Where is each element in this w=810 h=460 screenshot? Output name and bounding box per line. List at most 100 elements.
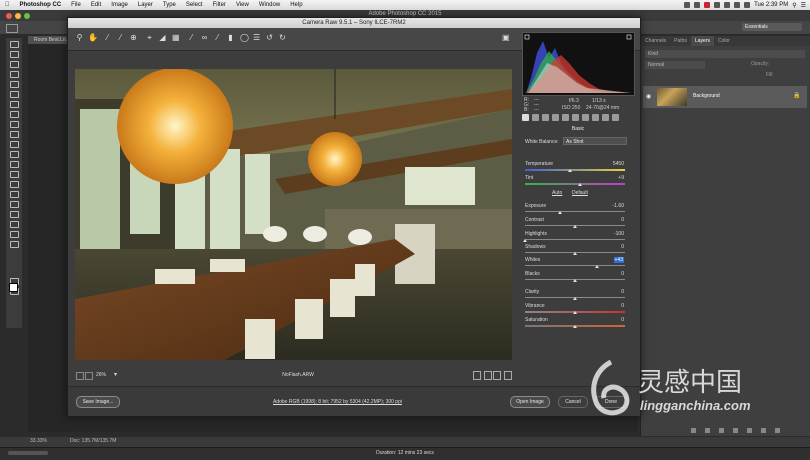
highlights-value[interactable]: -100 — [614, 231, 624, 237]
layer-filter-kind[interactable]: Kind — [645, 50, 805, 58]
eraser-tool-icon[interactable] — [9, 141, 19, 148]
contrast-value[interactable]: 0 — [621, 217, 624, 223]
menu-filter[interactable]: Filter — [208, 2, 231, 8]
layer-row[interactable]: ◉ Background 🔒 — [643, 86, 807, 108]
menu-edit[interactable]: Edit — [86, 2, 106, 8]
tint-value[interactable]: +9 — [618, 175, 624, 181]
vibrance-slider-thumb[interactable] — [573, 311, 577, 314]
highlights-slider-track[interactable] — [525, 239, 625, 240]
wifi-icon[interactable] — [724, 2, 731, 8]
tint-slider-track[interactable] — [525, 183, 625, 185]
adobe-cc-icon[interactable] — [704, 2, 711, 8]
menu-file[interactable]: File — [66, 2, 86, 8]
split-toning-icon[interactable] — [562, 114, 569, 121]
menu-image[interactable]: Image — [106, 2, 133, 8]
clarity-value[interactable]: 0 — [621, 289, 624, 295]
history-brush-icon[interactable] — [9, 131, 19, 138]
save-image-button[interactable]: Save Image... — [76, 396, 120, 408]
layer-name[interactable]: Background — [693, 93, 720, 99]
radial-filter-icon[interactable]: ◯ — [240, 34, 249, 42]
tray-icon[interactable] — [684, 2, 691, 8]
shadows-value[interactable]: 0 — [621, 244, 624, 250]
temperature-slider-thumb[interactable] — [568, 169, 572, 172]
hand-tool-icon[interactable] — [9, 221, 19, 228]
presets-icon[interactable] — [602, 114, 609, 121]
exposure-value[interactable]: -1.60 — [613, 203, 624, 209]
workflow-options-link[interactable]: Adobe RGB (1998); 8 bit; 7952 by 5304 (4… — [273, 399, 402, 405]
menu-help[interactable]: Help — [285, 2, 307, 8]
tab-channels[interactable]: Channels — [641, 36, 670, 46]
color-sampler-tool-icon[interactable]: ⁄ — [117, 34, 124, 42]
blacks-value[interactable]: 0 — [621, 271, 624, 277]
tab-layers[interactable]: Layers — [690, 36, 714, 46]
whites-slider-track[interactable] — [525, 265, 625, 266]
saturation-slider-thumb[interactable] — [573, 325, 577, 328]
open-image-button[interactable]: Open Image — [510, 396, 550, 408]
status-zoom[interactable]: 33.33% — [30, 438, 47, 444]
dodge-tool-icon[interactable] — [9, 171, 19, 178]
contrast-slider-thumb[interactable] — [573, 225, 577, 228]
apple-icon[interactable]:  — [0, 2, 15, 8]
gradient-tool-icon[interactable] — [9, 151, 19, 158]
whites-value[interactable]: +43 — [613, 257, 624, 263]
preview-settings-icon[interactable] — [504, 371, 512, 380]
camera-calibration-icon[interactable] — [592, 114, 599, 121]
clarity-slider-thumb[interactable] — [573, 297, 577, 300]
status-doc-size[interactable]: Doc: 135.7M/135.7M — [70, 438, 116, 444]
zoom-tool-icon[interactable] — [9, 231, 19, 238]
shape-tool-icon[interactable] — [9, 211, 19, 218]
move-tool-icon[interactable] — [9, 41, 19, 48]
blur-tool-icon[interactable] — [9, 161, 19, 168]
menu-layer[interactable]: Layer — [133, 2, 158, 8]
menu-select[interactable]: Select — [181, 2, 208, 8]
hsl-icon[interactable] — [552, 114, 559, 121]
basic-panel-icon[interactable] — [522, 114, 529, 121]
exposure-slider-thumb[interactable] — [558, 211, 562, 214]
hand-tool-icon[interactable]: ✋ — [88, 34, 98, 42]
highlights-slider-thumb[interactable] — [523, 239, 527, 242]
stamp-tool-icon[interactable] — [9, 121, 19, 128]
workspace-switcher[interactable]: Essentials — [742, 23, 802, 31]
pen-tool-icon[interactable] — [9, 181, 19, 188]
straighten-tool-icon[interactable]: ◢ — [159, 34, 166, 42]
menu-view[interactable]: View — [231, 2, 254, 8]
temperature-slider-track[interactable] — [525, 169, 625, 171]
fullscreen-icon[interactable]: ▣ — [502, 34, 510, 42]
effects-icon[interactable] — [582, 114, 589, 121]
marquee-tool-icon[interactable] — [9, 51, 19, 58]
tray-icon[interactable] — [714, 2, 721, 8]
snapshots-icon[interactable] — [612, 114, 619, 121]
tint-slider-thumb[interactable] — [578, 183, 582, 186]
rotate-left-icon[interactable]: ↺ — [266, 34, 273, 42]
preferences-icon[interactable]: ☰ — [253, 34, 260, 42]
swap-icon[interactable] — [493, 371, 501, 380]
tone-curve-icon[interactable] — [532, 114, 539, 121]
lasso-tool-icon[interactable] — [9, 61, 19, 68]
home-icon[interactable] — [6, 24, 18, 33]
white-balance-select[interactable]: As Shot — [563, 137, 627, 145]
crop-tool-icon[interactable] — [9, 81, 19, 88]
rotate-right-icon[interactable]: ↻ — [279, 34, 286, 42]
highlight-clipping-icon[interactable] — [626, 34, 632, 40]
menu-app-name[interactable]: Photoshop CC — [15, 2, 67, 8]
search-icon[interactable]: ⚲ — [792, 2, 796, 9]
auto-link[interactable]: Auto — [552, 190, 562, 196]
blend-mode-select[interactable]: Normal — [645, 61, 705, 69]
healing-tool-icon[interactable] — [9, 101, 19, 108]
menu-window[interactable]: Window — [254, 2, 285, 8]
zoom-tool-icon[interactable]: ⚲ — [76, 34, 83, 42]
transform-tool-icon[interactable]: ▦ — [172, 34, 180, 42]
shadow-clipping-icon[interactable] — [524, 34, 530, 40]
before-after-icon[interactable] — [484, 371, 492, 380]
brush-tool-icon[interactable] — [9, 111, 19, 118]
lens-corrections-icon[interactable] — [572, 114, 579, 121]
type-tool-icon[interactable] — [9, 191, 19, 198]
cancel-button[interactable]: Cancel — [558, 396, 588, 408]
list-icon[interactable]: ☰ — [801, 2, 806, 9]
graduated-filter-icon[interactable]: ▮ — [227, 34, 234, 42]
image-preview[interactable] — [75, 69, 512, 360]
targeted-adjustment-icon[interactable]: ⊕ — [130, 34, 137, 42]
tray-icon[interactable] — [694, 2, 701, 8]
battery-icon[interactable] — [744, 2, 751, 8]
adjustment-brush-icon[interactable]: ⁄ — [214, 34, 221, 42]
